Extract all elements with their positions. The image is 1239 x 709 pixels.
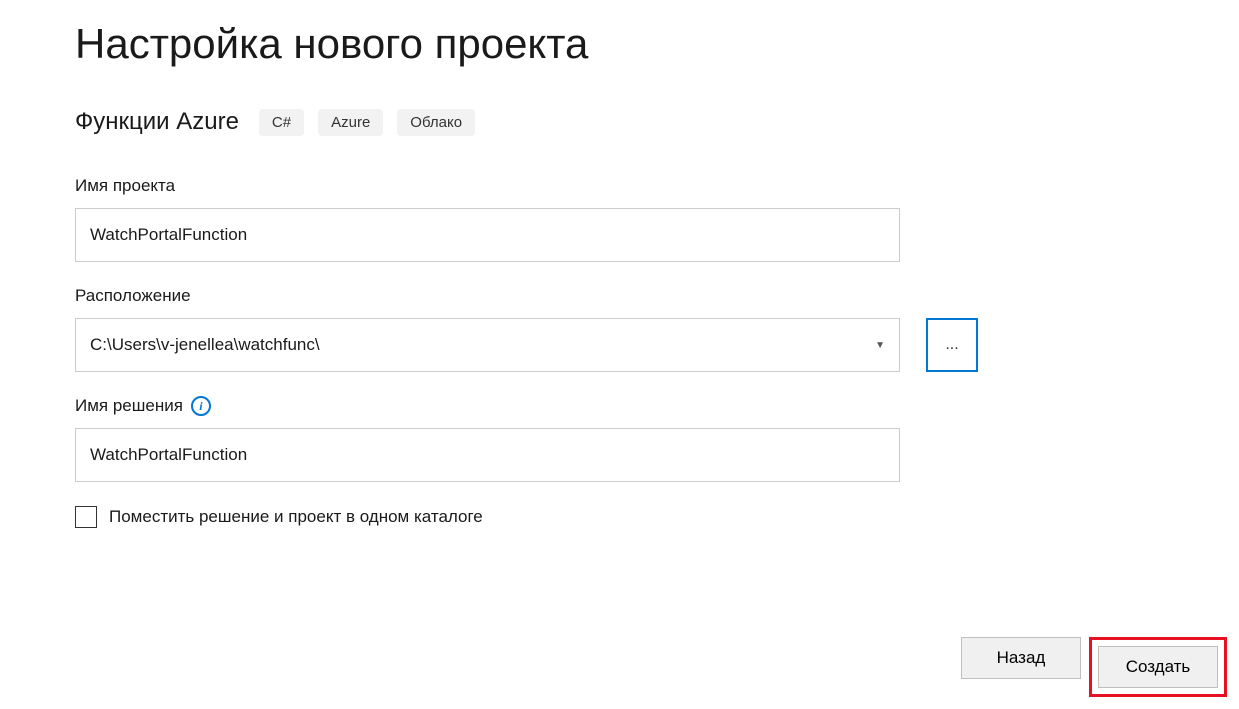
template-tag: C#: [259, 109, 304, 136]
template-tag: Облако: [397, 109, 475, 136]
project-name-input[interactable]: [75, 208, 900, 262]
project-name-group: Имя проекта: [75, 176, 1239, 262]
info-icon[interactable]: i: [191, 396, 211, 416]
same-directory-label[interactable]: Поместить решение и проект в одном катал…: [109, 507, 483, 527]
back-button[interactable]: Назад: [961, 637, 1081, 679]
location-group: Расположение C:\Users\v-jenellea\watchfu…: [75, 286, 1239, 372]
create-button-highlight: Создать: [1089, 637, 1227, 697]
solution-name-label: Имя решения: [75, 396, 183, 416]
browse-button[interactable]: ...: [926, 318, 978, 372]
same-directory-checkbox[interactable]: [75, 506, 97, 528]
create-button[interactable]: Создать: [1098, 646, 1218, 688]
solution-name-group: Имя решения i: [75, 396, 1239, 482]
chevron-down-icon: ▼: [875, 340, 885, 351]
location-combobox[interactable]: C:\Users\v-jenellea\watchfunc\ ▼: [75, 318, 900, 372]
solution-name-input[interactable]: [75, 428, 900, 482]
template-row: Функции Azure C# Azure Облако: [75, 108, 1239, 136]
footer-buttons: Назад Создать: [961, 637, 1227, 697]
same-directory-row: Поместить решение и проект в одном катал…: [75, 506, 1239, 528]
page-title: Настройка нового проекта: [75, 20, 1239, 68]
location-label: Расположение: [75, 286, 191, 306]
template-tag: Azure: [318, 109, 383, 136]
location-value: C:\Users\v-jenellea\watchfunc\: [90, 335, 320, 355]
project-name-label: Имя проекта: [75, 176, 175, 196]
template-name: Функции Azure: [75, 108, 239, 136]
